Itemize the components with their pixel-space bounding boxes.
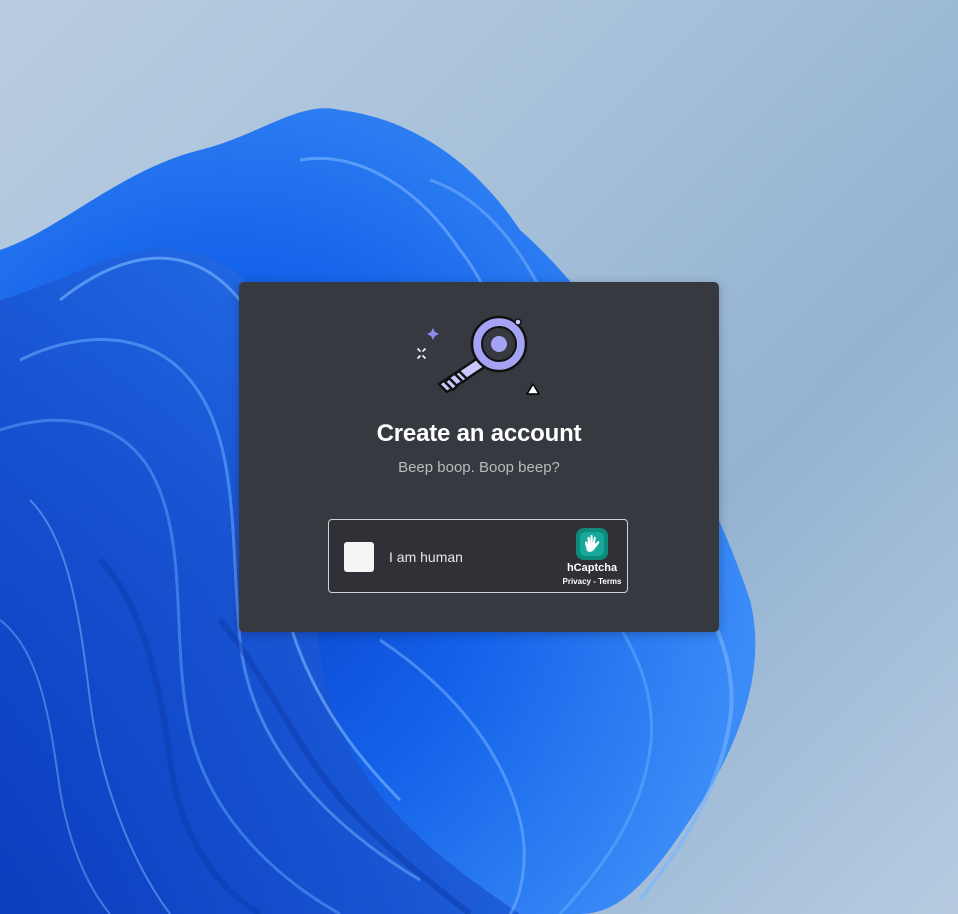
captcha-label: I am human xyxy=(389,549,463,565)
hcaptcha-links: Privacy - Terms xyxy=(551,577,633,586)
hcaptcha-brand: hCaptcha xyxy=(566,562,618,574)
key-icon xyxy=(417,315,540,395)
terms-link[interactable]: Terms xyxy=(598,577,621,586)
hcaptcha-hand-icon xyxy=(576,528,608,560)
page-title: Create an account xyxy=(376,420,582,447)
link-separator: - xyxy=(590,577,599,586)
hcaptcha-widget: I am human hCaptcha Privacy - Terms xyxy=(328,519,628,593)
privacy-link[interactable]: Privacy xyxy=(563,577,591,586)
create-account-modal: Create an account Beep boop. Boop beep? … xyxy=(239,282,719,632)
page-subtitle: Beep boop. Boop beep? xyxy=(398,459,560,476)
captcha-checkbox[interactable] xyxy=(344,542,374,572)
